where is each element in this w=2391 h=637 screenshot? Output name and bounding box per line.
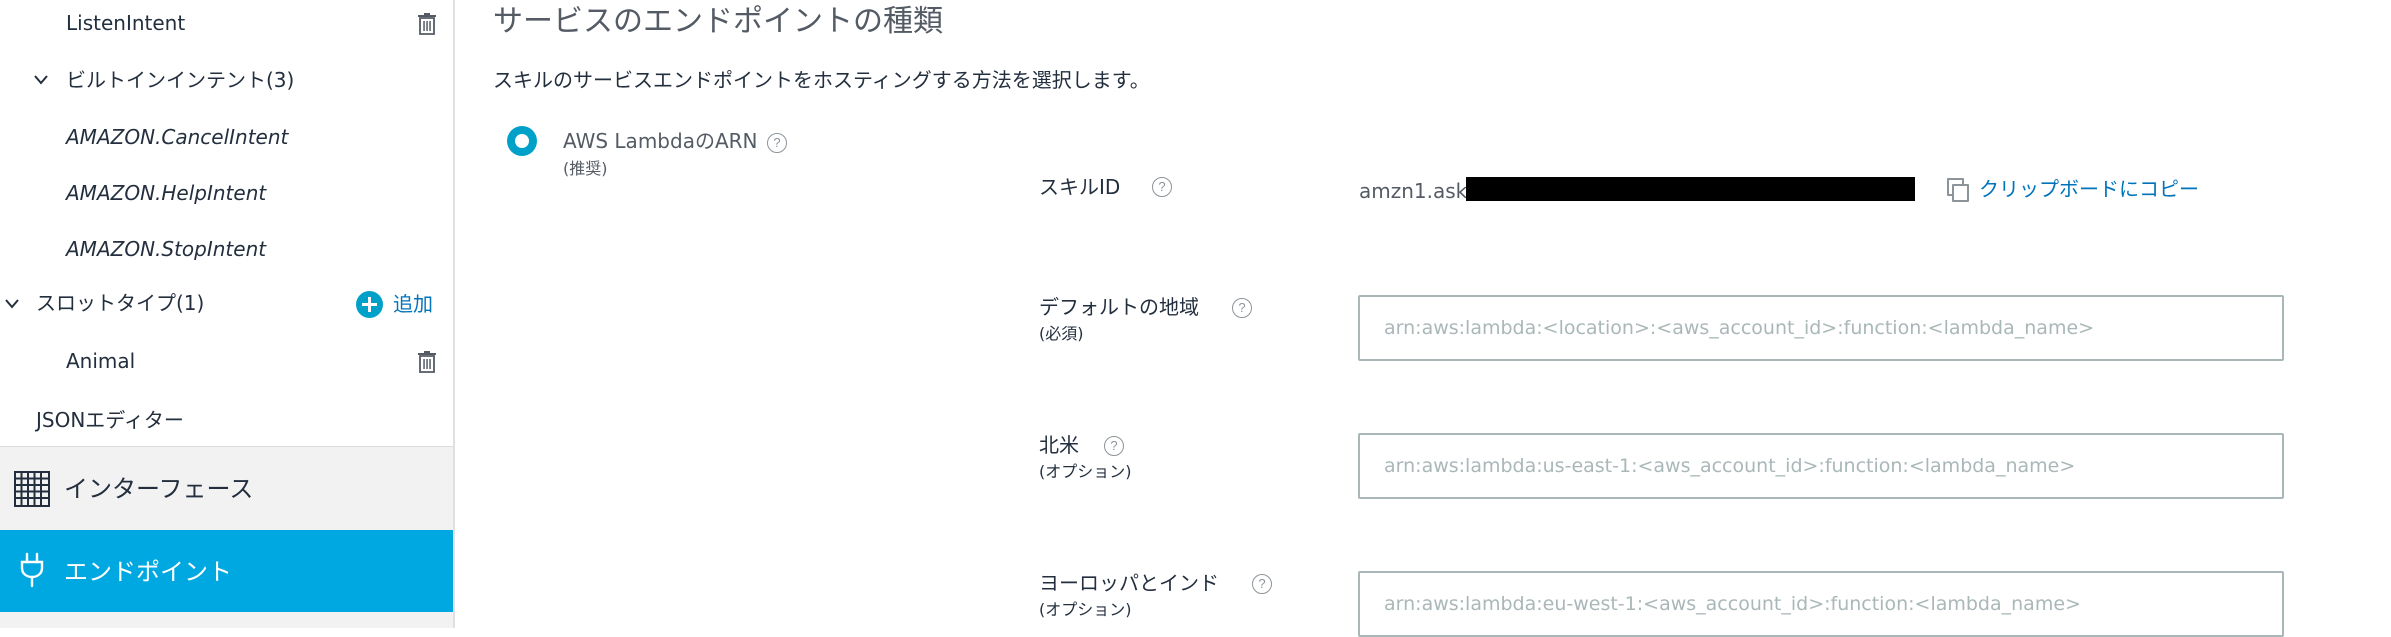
sidebar-item-label: AMAZON.HelpIntent: [66, 181, 267, 205]
trash-icon[interactable]: [418, 13, 436, 35]
default-region-label: デフォルトの地域: [1039, 295, 1199, 319]
plus-icon: [356, 290, 383, 318]
north-america-arn-input[interactable]: [1358, 433, 2284, 499]
plug-icon: [20, 552, 44, 588]
main-content: サービスのエンドポイントの種類 スキルのサービスエンドポイントをホスティングする…: [457, 0, 2391, 637]
help-icon[interactable]: ?: [1252, 574, 1272, 594]
help-icon[interactable]: ?: [1104, 436, 1124, 456]
skill-id-value: amzn1.ask.: [1359, 179, 1474, 203]
sidebar-group-slot-types[interactable]: スロットタイプ(1) 追加: [0, 289, 453, 319]
north-america-sublabel: (オプション): [1039, 462, 1132, 481]
sidebar-item-stop-intent[interactable]: AMAZON.StopIntent: [0, 235, 453, 265]
north-america-label: 北米: [1039, 433, 1079, 457]
sidebar-item-label: Animal: [66, 349, 136, 373]
nav-item-endpoint[interactable]: エンドポイント: [0, 530, 453, 612]
sidebar: ListenIntent ビルトインインテント(3) AMAZON.Cancel…: [0, 0, 455, 628]
sidebar-item-listen-intent[interactable]: ListenIntent: [0, 9, 453, 39]
sidebar-item-label: ListenIntent: [66, 11, 186, 35]
help-icon[interactable]: ?: [767, 133, 787, 153]
add-label: 追加: [393, 292, 433, 316]
chevron-down-icon: [34, 75, 48, 85]
default-region-arn-input[interactable]: [1358, 295, 2284, 361]
copy-icon: [1947, 178, 1969, 202]
copy-to-clipboard-link[interactable]: クリップボードにコピー: [1947, 176, 2199, 202]
sidebar-group-label: スロットタイプ(1): [36, 291, 205, 315]
redacted-skill-id: [1466, 177, 1915, 201]
nav-item-label: インターフェース: [64, 475, 254, 503]
sidebar-item-json-editor[interactable]: JSONエディター: [0, 406, 453, 436]
sidebar-group-builtin-intents[interactable]: ビルトインインテント(3): [0, 66, 453, 96]
skill-id-label: スキルID: [1039, 175, 1121, 199]
nav-item-interface[interactable]: インターフェース: [0, 446, 453, 531]
sidebar-item-label: AMAZON.CancelIntent: [66, 125, 289, 149]
page-title: サービスのエンドポイントの種類: [493, 4, 943, 39]
copy-link-label: クリップボードにコピー: [1979, 177, 2199, 201]
chevron-down-icon: [5, 299, 19, 309]
trash-icon[interactable]: [418, 351, 436, 373]
aws-lambda-arn-label[interactable]: AWS LambdaのARN: [563, 128, 757, 154]
sidebar-item-help-intent[interactable]: AMAZON.HelpIntent: [0, 179, 453, 209]
aws-lambda-arn-radio[interactable]: [507, 126, 537, 156]
option-sublabel: (推奨): [563, 159, 608, 178]
europe-india-arn-input[interactable]: [1358, 571, 2284, 637]
help-icon[interactable]: ?: [1232, 298, 1252, 318]
default-region-sublabel: (必須): [1039, 324, 1084, 343]
sidebar-item-cancel-intent[interactable]: AMAZON.CancelIntent: [0, 123, 453, 153]
sidebar-item-animal[interactable]: Animal: [0, 347, 453, 377]
sidebar-group-label: ビルトインインテント(3): [66, 68, 295, 92]
page-description: スキルのサービスエンドポイントをホスティングする方法を選択します。: [493, 68, 1150, 92]
grid-icon: [14, 471, 50, 507]
add-slot-type-button[interactable]: 追加: [356, 290, 433, 318]
sidebar-item-label: AMAZON.StopIntent: [66, 237, 267, 261]
help-icon[interactable]: ?: [1152, 177, 1172, 197]
option-label-text: AWS LambdaのARN: [563, 129, 758, 153]
europe-india-sublabel: (オプション): [1039, 600, 1132, 619]
europe-india-label: ヨーロッパとインド: [1039, 571, 1219, 595]
nav-item-next[interactable]: [0, 612, 453, 628]
sidebar-item-label: JSONエディター: [36, 408, 184, 432]
nav-item-label: エンドポイント: [64, 558, 232, 586]
